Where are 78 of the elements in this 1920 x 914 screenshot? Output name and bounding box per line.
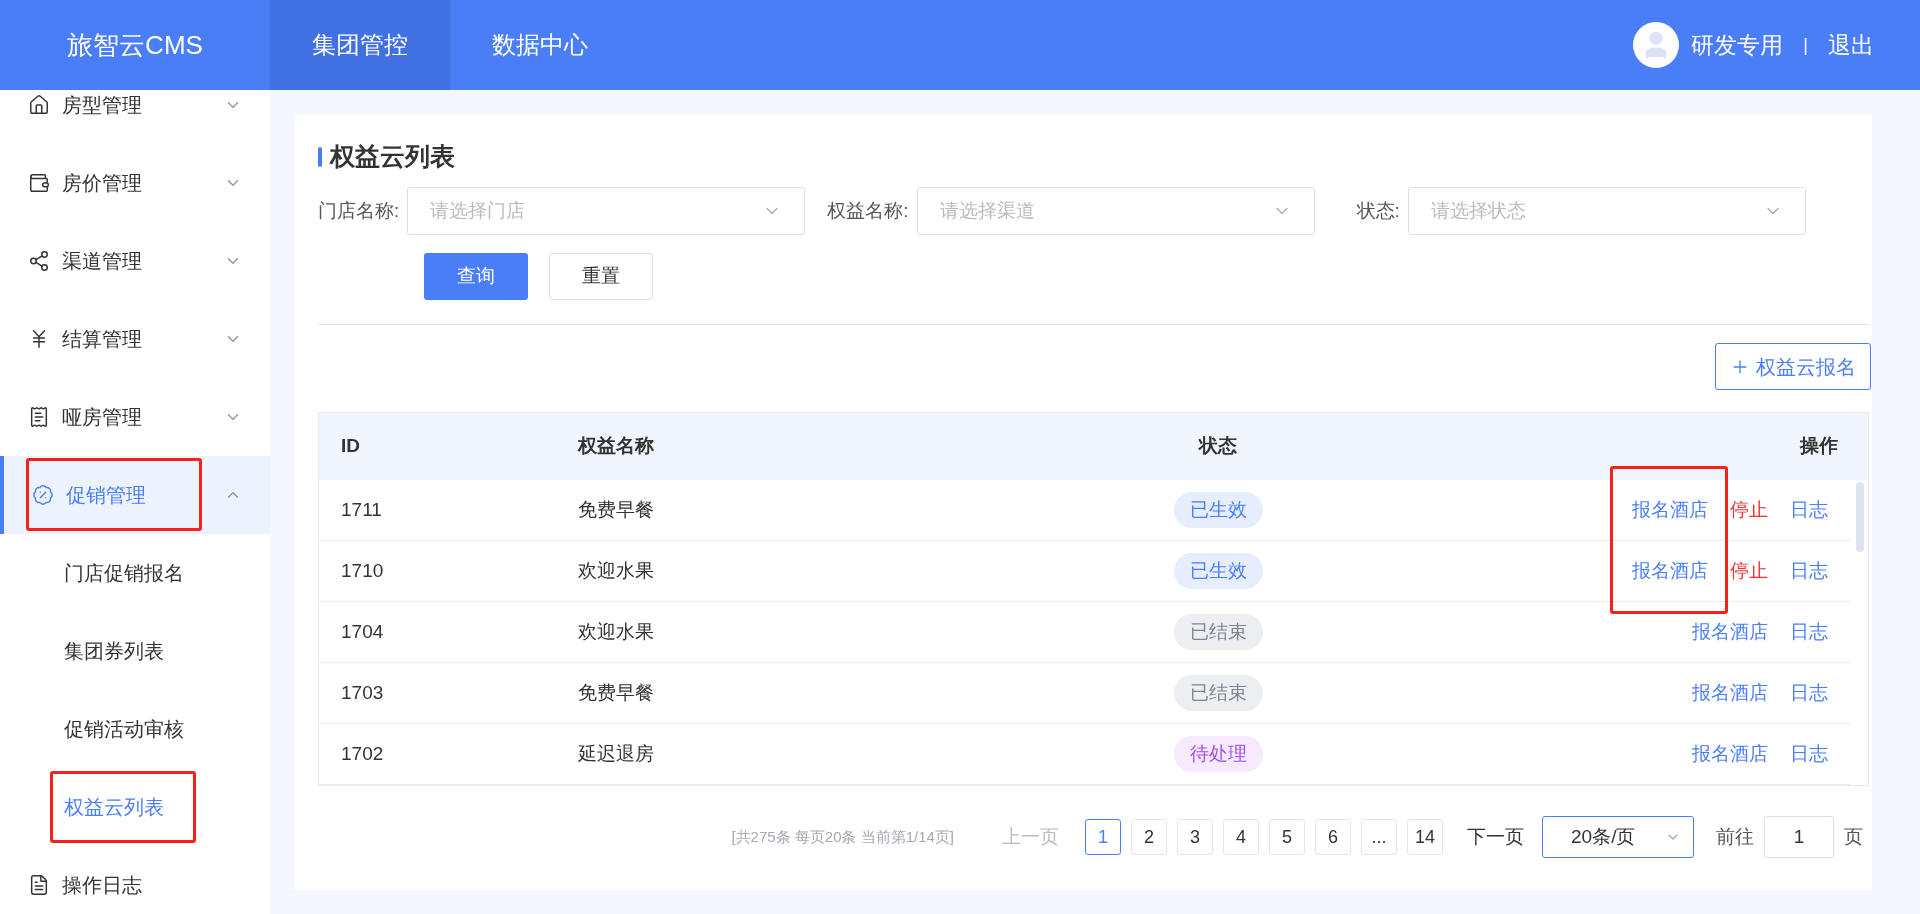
page-button[interactable]: ...	[1361, 819, 1397, 855]
table-cell-text: 延迟退房	[578, 741, 655, 766]
table-cell-text: 1711	[341, 497, 383, 522]
action-link[interactable]: 报名酒店	[1692, 678, 1768, 708]
query-button[interactable]: 查询	[424, 253, 528, 300]
table-cell-text: 1702	[341, 741, 385, 766]
sidebar-item[interactable]: 促销管理	[0, 456, 270, 534]
page-button[interactable]: 4	[1223, 819, 1259, 855]
status-tag: 已生效	[1173, 553, 1263, 589]
filter-label: 权益名称:	[827, 198, 909, 223]
status-tag: 已生效	[1173, 492, 1263, 528]
page-button[interactable]: 1	[1085, 819, 1121, 855]
action-link[interactable]: 报名酒店	[1632, 556, 1708, 586]
sidebar-item[interactable]: 哑房管理	[0, 378, 270, 456]
action-link[interactable]: 日志	[1790, 739, 1828, 769]
column-header: 状态	[1197, 434, 1238, 459]
action-link[interactable]: 停止	[1730, 495, 1768, 525]
sidebar-item[interactable]: 渠道管理	[0, 222, 270, 300]
sidebar-item[interactable]: 房型管理	[0, 90, 270, 144]
table-cell-text: 1710	[341, 558, 385, 583]
page-button[interactable]: 6	[1315, 819, 1351, 855]
percent-badge-icon	[32, 484, 54, 506]
table-cell-text: 1703	[341, 680, 385, 705]
goto-page-field[interactable]: 1	[1764, 816, 1834, 858]
filter-label: 状态:	[1356, 198, 1400, 223]
nodes-icon	[28, 250, 50, 272]
page-size-select[interactable]: 20条/页	[1542, 816, 1694, 858]
wallet-icon	[28, 172, 50, 194]
filter-label: 门店名称:	[318, 198, 400, 223]
goto-label: 前往	[1716, 824, 1754, 849]
page-suffix: 页	[1844, 824, 1863, 849]
action-link[interactable]: 报名酒店	[1632, 495, 1708, 525]
document-icon	[28, 874, 50, 896]
page-button[interactable]: 5	[1269, 819, 1305, 855]
receipt-icon	[28, 406, 50, 428]
column-header: ID	[341, 434, 361, 459]
action-link[interactable]: 日志	[1790, 678, 1828, 708]
status-tag: 已结束	[1173, 675, 1263, 711]
action-link[interactable]: 日志	[1790, 495, 1828, 525]
action-link[interactable]: 日志	[1790, 556, 1828, 586]
sidebar-item[interactable]: 房价管理	[0, 144, 270, 222]
column-header: 操作	[1800, 434, 1839, 459]
add-button[interactable]: 权益云报名	[1715, 343, 1871, 390]
sidebar-subitem[interactable]: 促销活动审核	[0, 690, 270, 768]
action-link[interactable]: 停止	[1730, 556, 1768, 586]
page-button[interactable]: 3	[1177, 819, 1213, 855]
action-link[interactable]: 报名酒店	[1692, 617, 1768, 647]
table-cell-text: 欢迎水果	[578, 619, 655, 644]
page-title: 权益云列表	[330, 141, 455, 173]
title-accent-bar	[318, 147, 322, 167]
user-name[interactable]: 研发专用	[1691, 27, 1784, 63]
sidebar-item[interactable]: 操作日志	[0, 846, 270, 914]
page-button[interactable]: 14	[1407, 819, 1443, 855]
sidebar-subitem[interactable]: 集团券列表	[0, 612, 270, 690]
status-tag: 已结束	[1173, 614, 1263, 650]
action-link[interactable]: 日志	[1790, 617, 1828, 647]
table-cell-text: 欢迎水果	[578, 558, 655, 583]
status-tag: 待处理	[1173, 736, 1263, 772]
page-button[interactable]: 2	[1131, 819, 1167, 855]
app-logo: 旅智云CMS	[66, 28, 204, 62]
nav-tab[interactable]: 数据中心	[450, 0, 630, 90]
avatar-icon[interactable]	[1633, 22, 1680, 68]
scrollbar-thumb	[1856, 482, 1864, 552]
nav-tab[interactable]: 集团管控	[270, 0, 450, 90]
table-cell-text: 免费早餐	[578, 497, 655, 522]
pagination-summary: [共275条 每页20条 当前第1/14页]	[731, 826, 954, 847]
logout-link[interactable]: 退出	[1828, 27, 1874, 63]
sidebar-subitem[interactable]: 权益云列表	[0, 768, 270, 846]
sidebar-subitem[interactable]: 门店促销报名	[0, 534, 270, 612]
house-icon	[28, 94, 50, 116]
next-page-button[interactable]: 下一页	[1467, 822, 1524, 852]
separator: |	[1802, 33, 1809, 57]
action-link[interactable]: 报名酒店	[1692, 739, 1768, 769]
reset-button[interactable]: 重置	[549, 253, 653, 300]
column-header: 权益名称	[578, 434, 655, 459]
table-cell-text: 1704	[341, 619, 385, 644]
sidebar-item[interactable]: 结算管理	[0, 300, 270, 378]
table-cell-text: 免费早餐	[578, 680, 655, 705]
